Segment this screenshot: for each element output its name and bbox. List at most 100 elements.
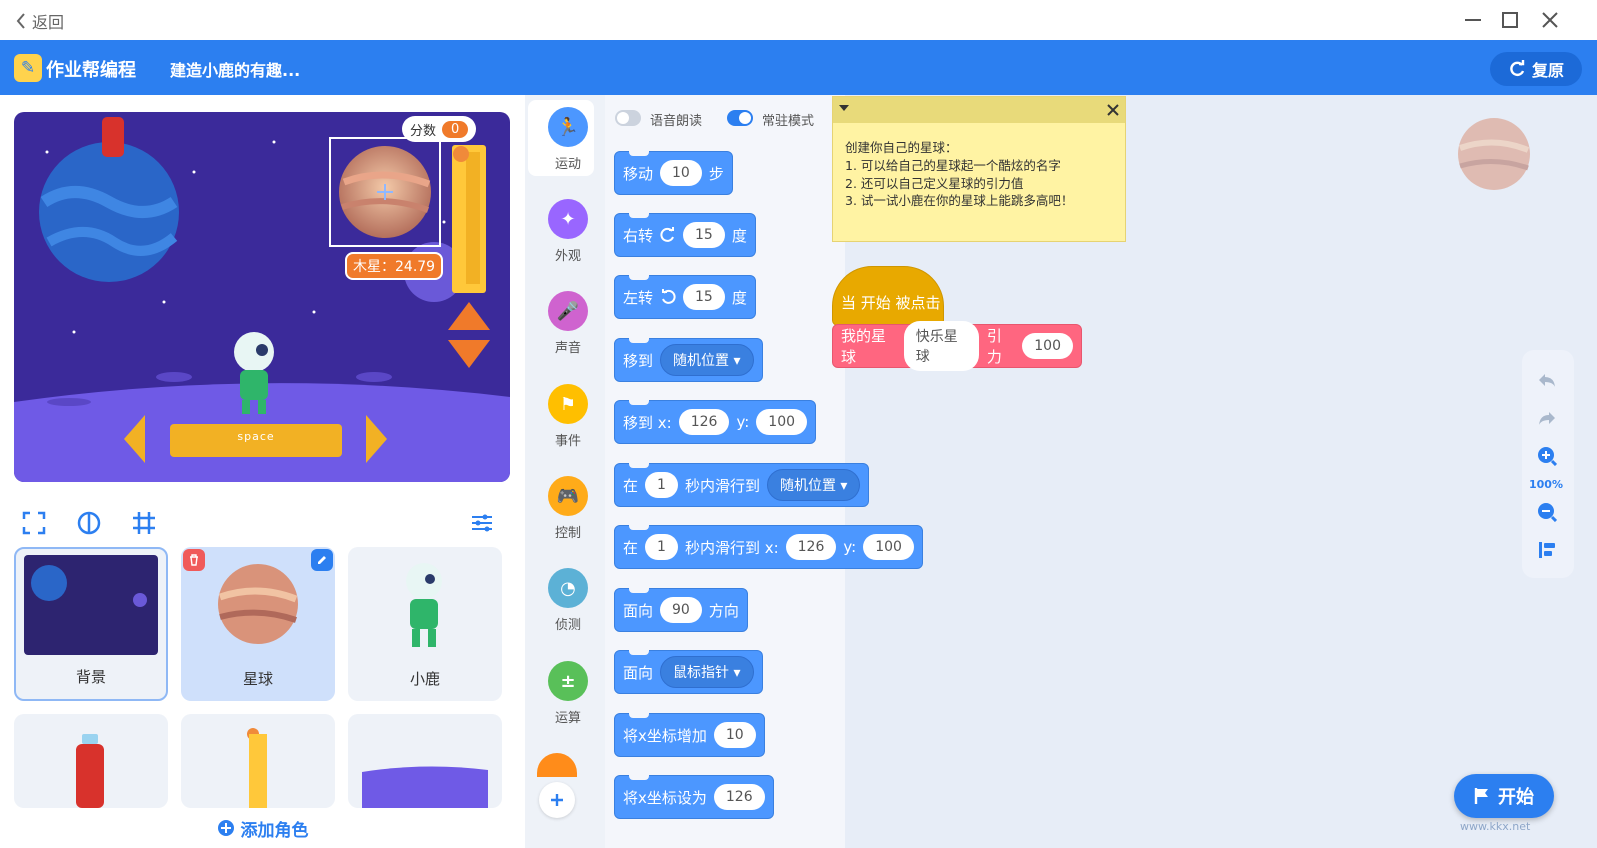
align-left-icon <box>1539 542 1555 558</box>
microphone-icon: 🎤 <box>548 291 588 331</box>
sprite-card-planet[interactable]: 星球 <box>181 547 335 701</box>
add-extension-button[interactable] <box>539 782 575 818</box>
block-input[interactable]: 100 <box>863 534 914 560</box>
gravity-input[interactable]: 100 <box>1022 333 1073 359</box>
block-input[interactable]: 15 <box>683 222 725 248</box>
rotate-right-icon <box>660 227 675 242</box>
block-dropdown[interactable]: 随机位置 ▾ <box>660 344 754 376</box>
block-set-x[interactable]: 将x坐标设为 126 <box>614 775 774 819</box>
close-window-button[interactable] <box>1540 10 1560 30</box>
stage-canvas[interactable]: 分数 0 木星：24.79 space <box>14 112 510 482</box>
redo-button[interactable] <box>1534 405 1560 431</box>
block-glide-xy[interactable]: 在 1 秒内滑行到 x: 126 y: 100 <box>614 525 923 569</box>
block-input[interactable]: 1 <box>645 472 678 498</box>
block-text: y: <box>736 413 750 431</box>
settings-sliders-button[interactable] <box>469 510 495 536</box>
edit-sprite-button[interactable] <box>311 549 333 571</box>
ground-thumbnail <box>362 766 488 808</box>
clean-up-button[interactable] <box>1534 537 1560 563</box>
block-text: 面向 <box>623 663 654 682</box>
add-sprite-button[interactable]: 添加角色 <box>0 808 525 848</box>
sprite-card-background[interactable]: 背景 <box>14 547 168 701</box>
block-when-start-clicked[interactable]: 当 开始 被点击 <box>832 266 944 326</box>
block-point-towards[interactable]: 面向 鼠标指针 ▾ <box>614 650 763 694</box>
block-text: 我的星球 <box>841 327 887 366</box>
category-events[interactable]: ⚑ 事件 <box>533 384 603 449</box>
category-motion[interactable]: 🏃 运动 <box>533 107 603 172</box>
sprite-card-bottle[interactable] <box>14 714 168 808</box>
grid-button[interactable] <box>131 510 157 536</box>
planet-gravity-label: 木星：24.79 <box>345 252 444 280</box>
restore-button[interactable]: 复原 <box>1490 52 1582 86</box>
category-control[interactable]: 🎮 控制 <box>533 476 603 541</box>
block-input[interactable]: 126 <box>678 409 730 435</box>
block-text: 当 开始 被点击 <box>841 294 941 312</box>
minimize-button[interactable] <box>1463 10 1483 30</box>
fullscreen-button[interactable] <box>21 510 47 536</box>
block-dropdown[interactable]: 随机位置 ▾ <box>766 469 861 501</box>
block-move-steps[interactable]: 移动 10 步 <box>614 151 733 195</box>
down-arrow[interactable] <box>448 340 490 368</box>
planet-name-input[interactable]: 快乐星球 <box>903 321 979 371</box>
category-label: 事件 <box>554 434 581 449</box>
collapse-triangle-icon[interactable] <box>839 105 849 113</box>
note-header[interactable] <box>833 97 1125 123</box>
gauge-icon: ◔ <box>548 568 588 608</box>
flag-icon <box>1474 788 1488 804</box>
delete-sprite-button[interactable] <box>183 549 205 571</box>
start-button[interactable]: 开始 <box>1454 774 1554 818</box>
block-turn-left[interactable]: 左转 15 度 <box>614 275 756 319</box>
chevron-left-icon <box>16 13 25 29</box>
sprite-card-deer[interactable]: 小鹿 <box>348 547 502 701</box>
block-input[interactable]: 100 <box>756 409 808 435</box>
watermark: www.kkx.net <box>1460 820 1531 833</box>
voice-read-toggle[interactable] <box>615 110 641 126</box>
block-input[interactable]: 126 <box>713 784 765 810</box>
block-my-planet[interactable]: 我的星球 快乐星球 引力 100 <box>832 321 1082 371</box>
block-text: 在 <box>623 476 639 495</box>
category-sensing[interactable]: ◔ 侦测 <box>533 568 603 633</box>
block-goto-xy[interactable]: 移到 x: 126 y: 100 <box>614 400 817 444</box>
block-text: 度 <box>731 288 747 307</box>
category-operators[interactable]: ± 运算 <box>533 661 603 726</box>
block-change-x[interactable]: 将x坐标增加 10 <box>614 713 765 757</box>
zoom-level: 100% <box>1529 478 1563 491</box>
project-title[interactable]: 建造小鹿的有趣... <box>170 57 300 81</box>
block-input[interactable]: 1 <box>645 534 678 560</box>
block-glide[interactable]: 在 1 秒内滑行到 随机位置 ▾ <box>614 463 870 507</box>
dropdown-value: 随机位置 <box>673 353 730 369</box>
block-text: 引力 <box>986 327 1002 366</box>
undo-button[interactable] <box>1534 367 1560 393</box>
block-point-direction[interactable]: 面向 90 方向 <box>614 588 748 632</box>
block-text: 左转 <box>623 288 654 307</box>
split-view-button[interactable] <box>76 510 102 536</box>
block-input[interactable]: 90 <box>660 597 702 623</box>
sprite-card-ruler[interactable] <box>181 714 335 808</box>
zoom-out-button[interactable] <box>1534 499 1560 525</box>
block-text: 移到 <box>623 351 654 370</box>
block-goto[interactable]: 移到 随机位置 ▾ <box>614 338 763 382</box>
zoom-in-button[interactable] <box>1534 443 1560 469</box>
sprite-card-ground[interactable] <box>348 714 502 808</box>
note-line: 创建你自己的星球： <box>845 140 958 155</box>
category-looks[interactable]: ✦ 外观 <box>533 199 603 264</box>
back-button[interactable]: 返回 <box>16 9 64 33</box>
block-input[interactable]: 126 <box>785 534 837 560</box>
block-text: 在 <box>623 538 639 557</box>
maximize-icon <box>1502 12 1518 28</box>
maximize-button[interactable] <box>1500 10 1520 30</box>
resident-mode-toggle[interactable] <box>727 110 753 126</box>
category-label: 运算 <box>554 711 581 726</box>
close-note-icon[interactable] <box>1107 104 1119 116</box>
current-sprite-preview <box>1458 118 1530 190</box>
sprite-name: 小鹿 <box>409 670 440 688</box>
block-input[interactable]: 10 <box>713 722 756 748</box>
category-sound[interactable]: 🎤 声音 <box>533 291 603 356</box>
comment-note[interactable]: 创建你自己的星球： 1. 可以给自己的星球起一个酷炫的名字 2. 还可以自己定义… <box>832 96 1126 242</box>
background-thumbnail <box>24 555 158 655</box>
up-arrow[interactable] <box>448 302 490 330</box>
block-input[interactable]: 10 <box>660 160 702 186</box>
block-turn-right[interactable]: 右转 15 度 <box>614 213 756 257</box>
block-dropdown[interactable]: 鼠标指针 ▾ <box>660 656 754 688</box>
block-input[interactable]: 15 <box>683 284 725 310</box>
